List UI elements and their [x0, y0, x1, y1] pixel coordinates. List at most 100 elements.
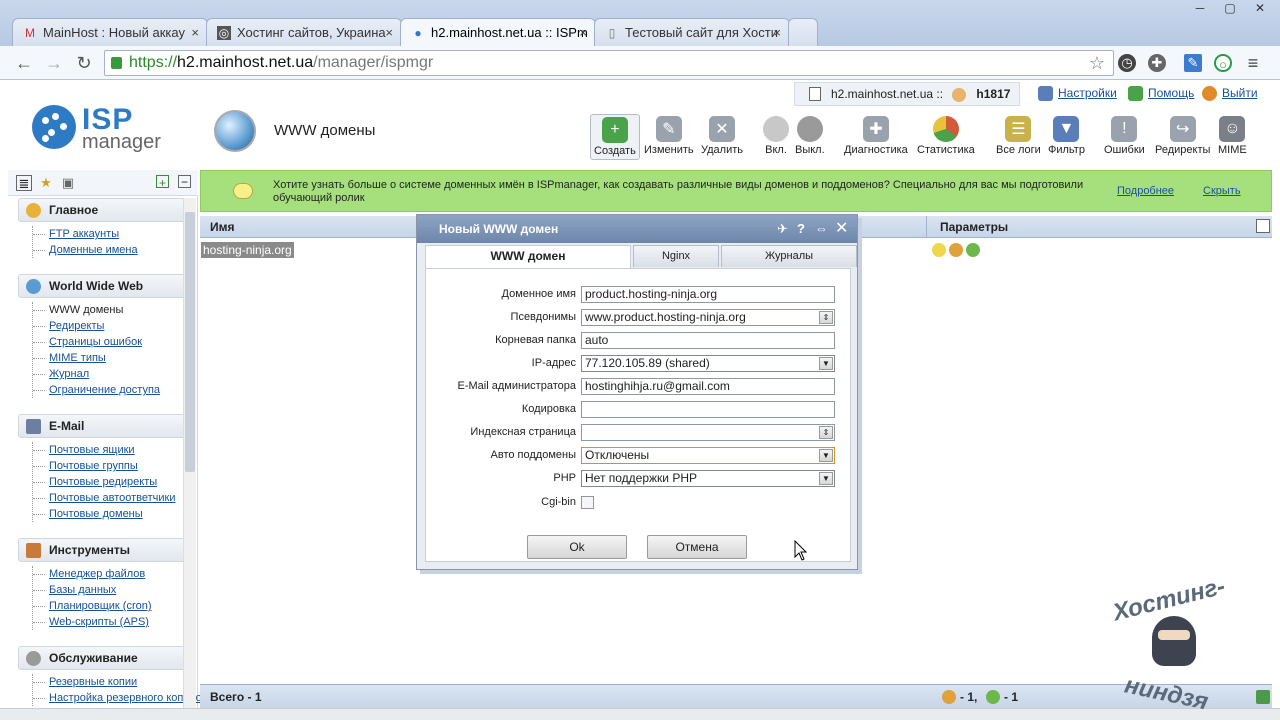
- sidebar-item-mail-redirects[interactable]: Почтовые редиректы: [33, 474, 190, 490]
- menu-icon[interactable]: ≡: [1244, 54, 1262, 72]
- close-icon[interactable]: ✕: [835, 215, 848, 243]
- cancel-button[interactable]: Отмена: [647, 535, 747, 559]
- aliases-input[interactable]: www.product.hosting-ninja.org ⇕: [581, 309, 835, 326]
- index-page-input[interactable]: ⇕: [581, 424, 835, 441]
- mime-button[interactable]: ☺ MIME: [1218, 116, 1247, 156]
- close-icon[interactable]: ×: [773, 25, 781, 40]
- column-params[interactable]: Параметры: [940, 220, 1008, 234]
- ip-select[interactable]: 77.120.105.89 (shared) ▼: [581, 355, 835, 372]
- sidebar-item-mime[interactable]: MIME типы: [33, 350, 190, 366]
- sidebar-scrollbar[interactable]: [183, 198, 196, 708]
- sidebar-item-error-pages[interactable]: Страницы ошибок: [33, 334, 190, 350]
- browser-tab[interactable]: ◎ Хостинг сайтов, Украина ×: [206, 18, 402, 46]
- tab-www-domain[interactable]: WWW домен: [425, 245, 631, 269]
- hide-link[interactable]: Скрыть: [1203, 185, 1241, 197]
- sidebar-item-aps[interactable]: Web-скрипты (APS): [33, 614, 190, 630]
- ok-button[interactable]: Ok: [527, 535, 627, 559]
- sidebar-item-cron[interactable]: Планировщик (cron): [33, 598, 190, 614]
- nav-group-header[interactable]: Главное: [18, 198, 190, 222]
- sidebar-item-access[interactable]: Ограничение доступа: [33, 382, 190, 398]
- browser-tab-active[interactable]: ● h2.mainhost.net.ua :: ISPm ×: [400, 18, 596, 47]
- sidebar-item-www-domains[interactable]: WWW домены: [33, 302, 190, 318]
- statistics-button[interactable]: Статистика: [917, 116, 975, 156]
- pin-icon[interactable]: ✈: [777, 215, 788, 243]
- php-select[interactable]: Нет поддержки PHP ▼: [581, 470, 835, 487]
- sidebar-item-mail-domains[interactable]: Почтовые домены: [33, 506, 190, 522]
- close-icon[interactable]: ×: [191, 25, 199, 40]
- tab-logs[interactable]: Журналы: [721, 245, 857, 267]
- tab-nginx[interactable]: Nginx: [633, 245, 719, 267]
- table-row[interactable]: hosting-ninja.org: [201, 242, 294, 258]
- collapse-all-icon[interactable]: −: [178, 175, 191, 188]
- sidebar-item-backup-settings[interactable]: Настройка резервного копирования: [33, 690, 232, 706]
- encoding-input[interactable]: [581, 401, 835, 418]
- extension-puzzle-icon[interactable]: ✚: [1148, 54, 1166, 72]
- sidebar-item-domains[interactable]: Доменные имена: [33, 242, 190, 258]
- sidebar-item-log[interactable]: Журнал: [33, 366, 190, 382]
- all-logs-button[interactable]: ☰ Все логи: [996, 116, 1041, 156]
- cgi-bin-checkbox[interactable]: [581, 496, 594, 509]
- nav-group-header[interactable]: Инструменты: [18, 538, 190, 562]
- filter-button[interactable]: ▼ Фильтр: [1048, 116, 1085, 156]
- scrollbar-thumb[interactable]: [185, 212, 195, 472]
- edit-button[interactable]: ✎ Изменить: [644, 116, 694, 156]
- create-button[interactable]: + Создать: [590, 114, 640, 160]
- list-view-icon[interactable]: ≣: [16, 175, 32, 191]
- sidebar-item-file-manager[interactable]: Менеджер файлов: [33, 566, 190, 582]
- sidebar-item-databases[interactable]: Базы данных: [33, 582, 190, 598]
- extension-refresh-icon[interactable]: ○: [1214, 54, 1232, 72]
- close-icon[interactable]: ×: [579, 25, 587, 40]
- enable-button[interactable]: Вкл.: [763, 116, 789, 156]
- sidebar-item-mail-groups[interactable]: Почтовые группы: [33, 458, 190, 474]
- dialog-titlebar[interactable]: Новый WWW домен ✈ ? ⇔ ✕: [417, 215, 857, 243]
- logout-link[interactable]: Выйти: [1202, 86, 1258, 101]
- admin-email-input[interactable]: hostinghihja.ru@gmail.com: [581, 378, 835, 395]
- minimize-icon[interactable]: ─: [1186, 0, 1214, 18]
- url-field[interactable]: https://h2.mainhost.net.ua/manager/ispmg…: [104, 50, 1114, 76]
- settings-link[interactable]: Настройки: [1038, 86, 1117, 101]
- column-settings-icon[interactable]: [1256, 219, 1270, 233]
- domain-name-input[interactable]: product.hosting-ninja.org: [581, 286, 835, 303]
- maximize-icon[interactable]: ▢: [1216, 0, 1244, 18]
- sidebar-item-redirects[interactable]: Редиректы: [33, 318, 190, 334]
- new-tab-button[interactable]: [788, 18, 818, 46]
- sidebar-item-backups[interactable]: Резервные копии: [33, 674, 190, 690]
- sidebar-item-ftp[interactable]: FTP аккаунты: [33, 226, 190, 242]
- reload-icon[interactable]: ↻: [72, 52, 96, 74]
- sidebar-item-mailboxes[interactable]: Почтовые ящики: [33, 442, 190, 458]
- export-icon[interactable]: [1256, 690, 1270, 704]
- chevron-down-icon[interactable]: ▼: [819, 472, 833, 485]
- errors-button[interactable]: ! Ошибки: [1104, 116, 1145, 156]
- close-icon[interactable]: ×: [385, 25, 393, 40]
- favorites-star-icon[interactable]: ★: [38, 175, 54, 191]
- redirects-button[interactable]: ↪ Редиректы: [1155, 116, 1210, 156]
- back-icon[interactable]: ←: [12, 52, 36, 74]
- diagnostics-button[interactable]: ✚ Диагностика: [844, 116, 908, 156]
- forward-icon[interactable]: →: [42, 52, 66, 74]
- browser-tab[interactable]: M MainHost : Новый аккау ×: [12, 18, 208, 46]
- browser-tab[interactable]: ▯ Тестовый сайт для Хости ×: [594, 18, 790, 46]
- delete-button[interactable]: ✕ Удалить: [701, 116, 743, 156]
- close-window-icon[interactable]: ✕: [1246, 0, 1274, 18]
- help-icon[interactable]: ?: [797, 215, 805, 243]
- nav-group-header[interactable]: World Wide Web: [18, 274, 190, 298]
- help-link[interactable]: Помощь: [1128, 86, 1194, 101]
- bookmark-star-icon[interactable]: ☆: [1089, 51, 1105, 75]
- resize-icon[interactable]: ⇔: [815, 215, 828, 243]
- nav-group-header[interactable]: Обслуживание: [18, 646, 190, 670]
- extension-clock-icon[interactable]: ◷: [1118, 54, 1136, 72]
- disable-button[interactable]: Выкл.: [795, 116, 825, 156]
- expand-all-icon[interactable]: +: [156, 175, 169, 190]
- chevron-down-icon[interactable]: ▼: [819, 449, 833, 462]
- briefcase-icon[interactable]: ▣: [60, 175, 76, 191]
- auto-subdomains-select[interactable]: Отключены ▼: [581, 447, 835, 464]
- extension-pen-icon[interactable]: ✎: [1184, 54, 1202, 72]
- spin-icon[interactable]: ⇕: [819, 426, 833, 439]
- more-link[interactable]: Подробнее: [1117, 185, 1174, 197]
- sidebar-item-autoresponders[interactable]: Почтовые автоответчики: [33, 490, 190, 506]
- spin-icon[interactable]: ⇕: [819, 311, 833, 324]
- column-name[interactable]: Имя: [210, 220, 235, 234]
- root-folder-input[interactable]: auto: [581, 332, 835, 349]
- nav-group-header[interactable]: E-Mail: [18, 414, 190, 438]
- chevron-down-icon[interactable]: ▼: [819, 357, 833, 370]
